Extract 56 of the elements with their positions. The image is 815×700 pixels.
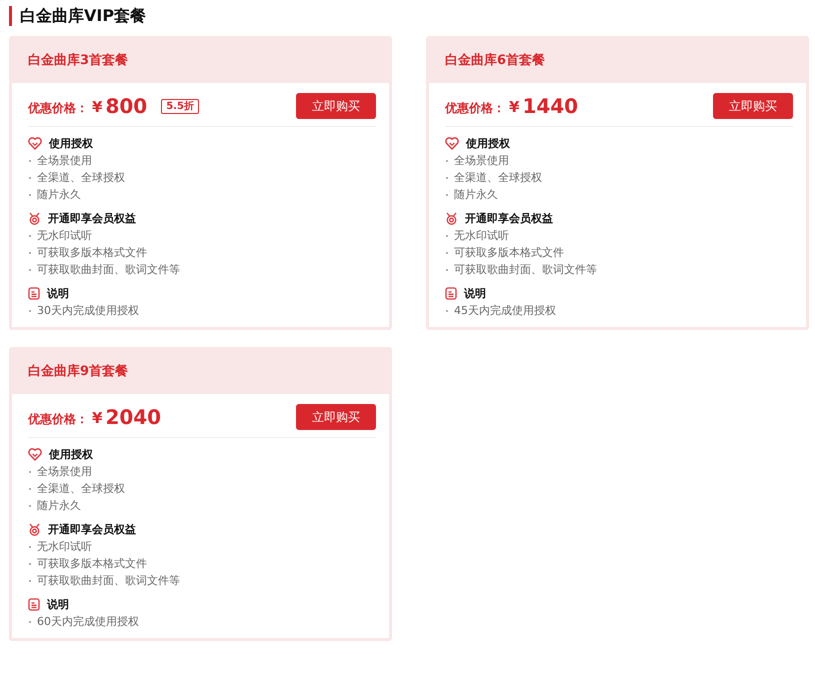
price-label: 优惠价格：: [28, 100, 88, 116]
benefit-item: 可获取多版本格式文件: [28, 244, 376, 261]
benefit-item: 无水印试听: [445, 227, 793, 244]
section-heading: 说明: [464, 286, 486, 300]
price-label: 优惠价格：: [28, 410, 88, 428]
buy-button[interactable]: 立即购买: [296, 93, 376, 119]
benefit-item: 可获取多版本格式文件: [28, 555, 376, 572]
buy-button[interactable]: 立即购买: [296, 404, 376, 430]
benefit-item: 全渠道、全球授权: [28, 480, 376, 497]
price-value: 800: [105, 94, 148, 118]
benefit-item: 全场景使用: [28, 152, 376, 169]
benefit-item: 可获取歌曲封面、歌词文件等: [28, 572, 376, 589]
benefit-item: 可获取歌曲封面、歌词文件等: [28, 261, 376, 278]
benefit-item: 45天内完成使用授权: [445, 302, 793, 319]
benefit-item: 可获取歌曲封面、歌词文件等: [445, 261, 793, 278]
benefit-item: 随片永久: [28, 497, 376, 514]
price-value: 1440: [522, 94, 578, 118]
currency-symbol: ¥: [509, 98, 520, 116]
section-heading: 说明: [47, 596, 69, 612]
benefit-item: 随片永久: [445, 186, 793, 203]
package-name: 白金曲库9首套餐: [28, 362, 128, 380]
heart-icon: [28, 136, 42, 150]
benefit-item: 全渠道、全球授权: [445, 169, 793, 186]
medal-icon: [28, 522, 41, 536]
document-icon: [445, 286, 457, 300]
section-heading: 使用授权: [49, 136, 93, 150]
benefit-item: 全渠道、全球授权: [28, 169, 376, 186]
benefit-item: 随片永久: [28, 186, 376, 203]
section-heading: 说明: [47, 286, 69, 300]
benefit-item: 可获取多版本格式文件: [445, 244, 793, 261]
section-heading: 使用授权: [49, 446, 93, 462]
heart-icon: [28, 448, 42, 460]
benefit-item: 全场景使用: [445, 152, 793, 169]
benefit-item: 无水印试听: [28, 227, 376, 244]
medal-icon: [445, 212, 458, 224]
section-heading: 使用授权: [466, 136, 510, 150]
heart-icon: [445, 136, 459, 150]
medal-icon: [28, 212, 41, 224]
package-name: 白金曲库6首套餐: [445, 52, 546, 68]
benefit-item: 60天内完成使用授权: [28, 613, 376, 630]
price-label: 优惠价格：: [445, 100, 505, 116]
currency-symbol: ¥: [92, 98, 102, 116]
package-name: 白金曲库3首套餐: [28, 52, 128, 68]
benefit-item: 无水印试听: [28, 538, 376, 555]
section-heading: 开通即享会员权益: [48, 210, 136, 226]
section-title: 白金曲库VIP套餐: [9, 6, 792, 26]
discount-tag: 5.5折: [161, 98, 199, 114]
document-icon: [28, 286, 40, 300]
currency-symbol: ¥: [92, 409, 102, 427]
buy-button[interactable]: 立即购买: [713, 93, 793, 119]
document-icon: [28, 598, 40, 610]
section-heading: 开通即享会员权益: [465, 210, 553, 226]
benefit-item: 全场景使用: [28, 463, 376, 480]
price-value: 2040: [105, 405, 162, 429]
section-heading: 开通即享会员权益: [48, 522, 136, 536]
benefit-item: 30天内完成使用授权: [28, 302, 376, 319]
